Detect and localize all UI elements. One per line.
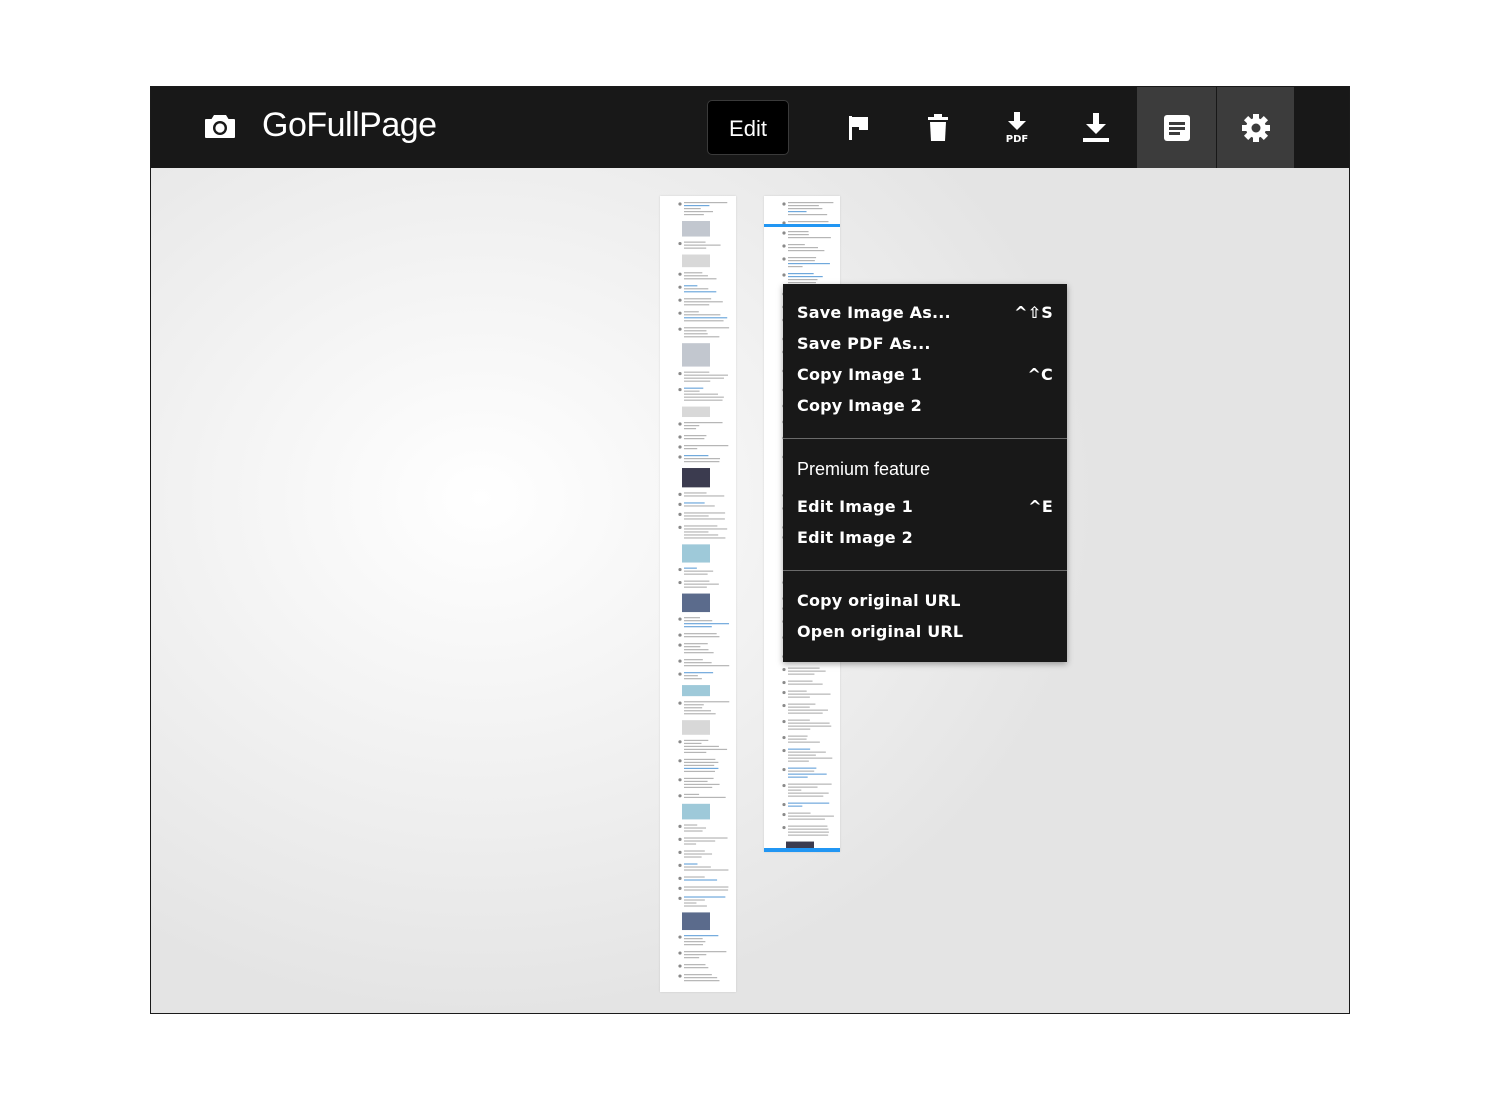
app-title: GoFullPage [262,106,437,144]
edit-button[interactable]: Edit [707,100,789,155]
menu-item-label: Copy original URL [797,591,961,610]
thumbnail-1-preview [678,202,730,982]
top-toolbar: GoFullPage Edit PDF [151,87,1349,168]
menu-item-label: Edit Image 2 [797,528,913,547]
gear-icon [1241,113,1270,142]
app-window: GoFullPage Edit PDF Save Image As... ^⇧S… [150,86,1350,1014]
menu-copy-image-1[interactable]: Copy Image 1 ^C [797,363,1053,387]
menu-item-shortcut: ^E [1028,497,1053,516]
settings-button[interactable] [1217,87,1294,168]
download-pdf-icon: PDF [1005,111,1028,145]
flag-button[interactable] [819,87,898,168]
flag-icon [848,115,868,140]
menu-save-pdf-as[interactable]: Save PDF As... [797,332,1053,356]
camera-icon [205,115,235,138]
premium-feature-heading: Premium feature [797,459,931,479]
download-pdf-button[interactable]: PDF [977,87,1056,168]
menu-save-image-as[interactable]: Save Image As... ^⇧S [797,301,1053,325]
menu-copy-image-2[interactable]: Copy Image 2 [797,394,1053,418]
delete-button[interactable] [898,87,977,168]
menu-divider [783,570,1067,571]
menu-item-label: Edit Image 1 [797,497,913,516]
menu-item-label: Save PDF As... [797,334,931,353]
menu-copy-original-url[interactable]: Copy original URL [797,589,1053,613]
menu-divider [783,438,1067,439]
menu-item-label: Open original URL [797,622,964,641]
menu-item-label: Copy Image 2 [797,396,923,415]
menu-edit-image-1[interactable]: Edit Image 1 ^E [797,495,1053,519]
menu-item-label: Copy Image 1 [797,365,923,384]
options-button[interactable] [1137,87,1216,168]
download-icon [1082,112,1109,142]
menu-item-shortcut: ^C [1027,365,1053,384]
menu-item-shortcut: ^⇧S [1014,303,1053,322]
document-icon [1163,114,1190,141]
menu-edit-image-2[interactable]: Edit Image 2 [797,526,1053,550]
options-menu: Save Image As... ^⇧S Save PDF As... Copy… [783,284,1067,662]
download-button[interactable] [1056,87,1135,168]
screenshot-thumbnail-1[interactable] [660,196,736,992]
menu-open-original-url[interactable]: Open original URL [797,620,1053,644]
screenshot-preview-area: Save Image As... ^⇧S Save PDF As... Copy… [151,168,1349,1013]
trash-icon [927,113,948,141]
menu-item-label: Save Image As... [797,303,951,322]
pdf-icon-text: PDF [1005,134,1027,145]
